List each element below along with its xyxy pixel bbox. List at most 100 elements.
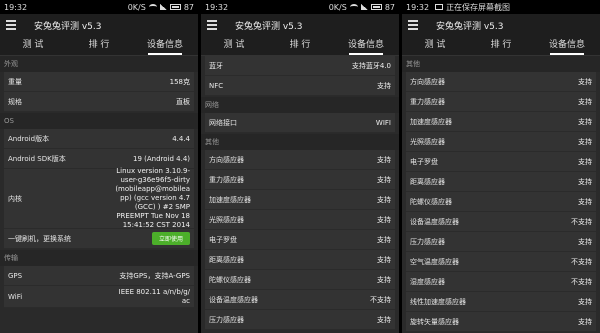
menu-icon[interactable] — [207, 20, 217, 30]
row-label: 重力感应器 — [410, 97, 445, 106]
promo-row: 一键刷机，更换系统 立即使用 — [4, 229, 194, 249]
row-label: 方向感应器 — [209, 155, 244, 164]
device-info-list[interactable]: 蓝牙 支持蓝牙4.0 NFC 支持 网络 网络接口 WIFI 其他 方向感应器 支持 重… — [201, 56, 399, 333]
info-row: 重力感应器 支持 — [406, 92, 596, 112]
info-card: 方向感应器 支持 重力感应器 支持 加速度感应器 支持 光照感应器 支持 电子罗盘 支持 … — [406, 72, 596, 333]
network-speed: 0K/S — [328, 2, 347, 12]
info-row: GPS 支持GPS，支持A-GPS — [4, 266, 194, 286]
info-row: 光照感应器 支持 — [205, 210, 395, 230]
tab-device-info[interactable]: 设备信息 — [132, 36, 198, 55]
phone-left: 19:32 0K/S 87 安兔兔评测 v5.3 测 试 排 行 设备信息 外观… — [0, 0, 198, 333]
row-label: 一键刷机，更换系统 — [8, 234, 71, 243]
tab-ranking[interactable]: 排 行 — [468, 36, 534, 55]
row-label: 距离感应器 — [209, 255, 244, 264]
signal-icon — [159, 4, 167, 10]
info-row: 方向感应器 支持 — [205, 150, 395, 170]
row-value: 支持 — [578, 197, 592, 206]
device-info-list[interactable]: 其他 方向感应器 支持 重力感应器 支持 加速度感应器 支持 光照感应器 支持 电子罗盘… — [402, 56, 600, 333]
info-row: 陀螺仪感应器 支持 — [406, 192, 596, 212]
status-bar: 19:32 正在保存屏幕截图 — [402, 0, 600, 14]
info-card: 网络接口 WIFI — [205, 113, 395, 134]
row-label: 重力感应器 — [209, 175, 244, 184]
tab-ranking[interactable]: 排 行 — [66, 36, 132, 55]
section-header: 网络 — [201, 97, 399, 113]
row-label: 空气温度感应器 — [410, 257, 459, 266]
info-row: 距离感应器 支持 — [205, 250, 395, 270]
row-value: 支持 — [578, 157, 592, 166]
info-row: 加速度感应器 支持 — [205, 190, 395, 210]
row-value: 不支持 — [571, 257, 592, 266]
row-label: 旋转矢量感应器 — [410, 317, 459, 326]
row-value: 支持 — [578, 177, 592, 186]
row-value: 支持 — [578, 137, 592, 146]
tab-ranking[interactable]: 排 行 — [267, 36, 333, 55]
battery-level: 87 — [384, 2, 395, 12]
info-row: 设备温度感应器 不支持 — [205, 290, 395, 310]
row-label: 加速度感应器 — [410, 117, 452, 126]
app-bar: 安兔兔评测 v5.3 — [201, 14, 399, 36]
device-info-list[interactable]: 外观 重量 158克 规格 直板 OS Android版本 4.4.4 Android… — [0, 56, 198, 333]
use-now-button[interactable]: 立即使用 — [151, 232, 190, 245]
row-value: 支持 — [578, 237, 592, 246]
app-bar: 安兔兔评测 v5.3 — [402, 14, 600, 36]
info-row: 规格 直板 — [4, 92, 194, 112]
tab-bar: 测 试 排 行 设备信息 — [402, 36, 600, 56]
section-header: 传输 — [0, 250, 198, 266]
row-value: 支持 — [578, 77, 592, 86]
status-time: 19:32 — [406, 2, 430, 12]
row-label: 陀螺仪感应器 — [209, 275, 251, 284]
row-value: 支持 — [377, 215, 391, 224]
info-row: 方向感应器 支持 — [406, 72, 596, 92]
wifi-icon — [148, 4, 157, 10]
row-label: 电子罗盘 — [410, 157, 438, 166]
info-row: Android版本 4.4.4 — [4, 129, 194, 149]
row-value: 支持 — [377, 275, 391, 284]
row-label: Android SDK版本 — [8, 154, 66, 163]
row-label: 光照感应器 — [410, 137, 445, 146]
row-value: 支持 — [377, 315, 391, 324]
row-value: 不支持 — [571, 277, 592, 286]
menu-icon[interactable] — [408, 20, 418, 30]
row-value: 19 (Android 4.4) — [132, 154, 190, 163]
row-label: 电子罗盘 — [209, 235, 237, 244]
section-header: OS — [0, 113, 198, 129]
row-label: 内核 — [8, 194, 22, 203]
kernel-value: Linux version 3.10.9- user-g36e96f5-dirt… — [115, 167, 190, 229]
row-value: 直板 — [176, 97, 190, 106]
row-label: 距离感应器 — [410, 177, 445, 186]
tab-test[interactable]: 测 试 — [0, 36, 66, 55]
battery-icon — [169, 4, 181, 10]
tab-bar: 测 试 排 行 设备信息 — [0, 36, 198, 56]
tab-device-info[interactable]: 设备信息 — [534, 36, 600, 55]
row-value: 支持 — [578, 97, 592, 106]
tab-test[interactable]: 测 试 — [402, 36, 468, 55]
row-label: 加速度感应器 — [209, 195, 251, 204]
tab-device-info[interactable]: 设备信息 — [333, 36, 399, 55]
row-value: 不支持 — [370, 295, 391, 304]
row-label: 设备温度感应器 — [209, 295, 258, 304]
menu-icon[interactable] — [6, 20, 16, 30]
info-row: 湿度感应器 不支持 — [406, 272, 596, 292]
status-time: 19:32 — [205, 2, 229, 12]
row-value: 支持蓝牙4.0 — [351, 61, 391, 70]
row-value: 支持 — [377, 195, 391, 204]
row-label: Android版本 — [8, 134, 50, 143]
tab-test[interactable]: 测 试 — [201, 36, 267, 55]
info-row: 电子罗盘 支持 — [205, 230, 395, 250]
row-value: 支持 — [578, 317, 592, 326]
info-row: NFC 支持 — [205, 76, 395, 96]
info-row: 加速度感应器 支持 — [406, 112, 596, 132]
row-value: 支持 — [578, 117, 592, 126]
network-speed: 0K/S — [127, 2, 146, 12]
info-row: 重力感应器 支持 — [205, 170, 395, 190]
app-title: 安兔兔评测 v5.3 — [436, 21, 504, 32]
info-row: 压力感应器 支持 — [406, 232, 596, 252]
info-row: 设备温度感应器 不支持 — [406, 212, 596, 232]
section-header: 其他 — [402, 56, 600, 72]
row-value: 支持 — [578, 297, 592, 306]
saving-screenshot-text: 正在保存屏幕截图 — [446, 2, 511, 12]
row-label: NFC — [209, 81, 224, 90]
wifi-icon — [349, 4, 358, 10]
row-value: 支持 — [377, 81, 391, 90]
row-label: 重量 — [8, 77, 22, 86]
